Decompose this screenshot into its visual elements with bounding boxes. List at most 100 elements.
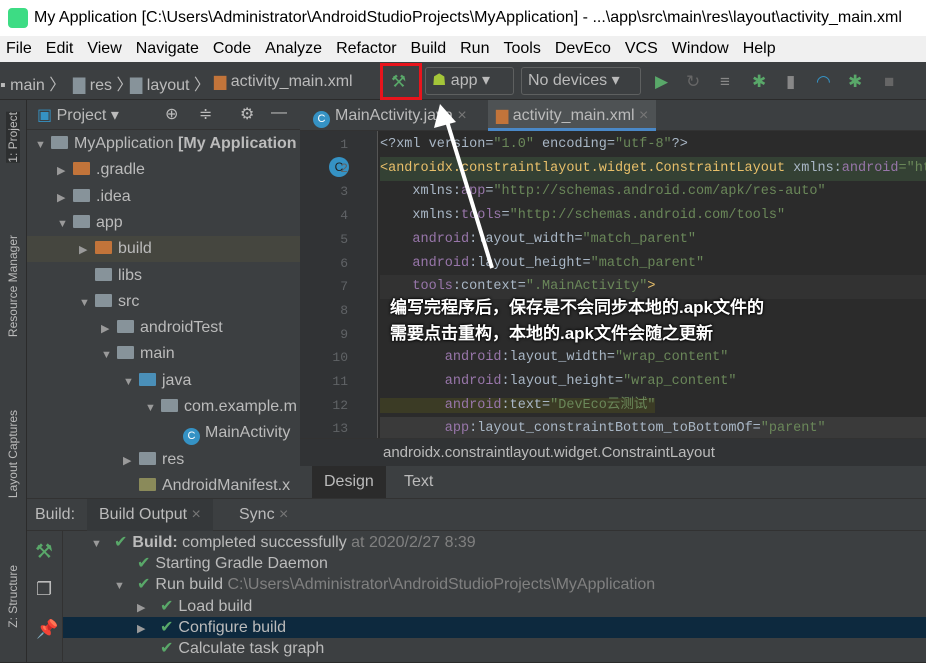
close-icon[interactable]: × — [279, 506, 288, 523]
resource-manager-tab[interactable]: Resource Manager — [6, 235, 20, 337]
structure-tab[interactable]: Z: Structure — [6, 565, 20, 628]
locate-icon[interactable]: ⊕ — [165, 104, 178, 124]
menu-vcs[interactable]: VCS — [619, 40, 666, 58]
tree-item[interactable]: ▶ .idea — [27, 184, 300, 210]
code-line[interactable]: <androidx.constraintlayout.widget.Constr… — [380, 156, 926, 181]
tree-item[interactable]: AndroidManifest.x — [27, 473, 300, 498]
tree-item[interactable]: ▶ build — [27, 236, 300, 263]
run-icon[interactable]: ▶ — [655, 72, 668, 92]
expanded-arrow-icon[interactable]: ▼ — [145, 395, 161, 421]
tree-item[interactable]: ▼ app — [27, 210, 300, 236]
expanded-arrow-icon[interactable]: ▼ — [35, 132, 51, 158]
tree-item[interactable]: libs — [27, 263, 300, 289]
module-icon — [73, 214, 90, 228]
collapsed-arrow-icon[interactable]: ▶ — [57, 185, 73, 211]
tab-activity-main[interactable]: ▆ activity_main.xml × — [488, 100, 657, 131]
close-icon[interactable]: × — [192, 506, 201, 523]
breadcrumb-main[interactable]: ▪ main 〉 — [0, 71, 65, 95]
xml-breadcrumb[interactable]: androidx.constraintlayout.widget.Constra… — [300, 438, 926, 466]
collapsed-arrow-icon[interactable]: ▶ — [79, 237, 95, 263]
breadcrumb-file[interactable]: ▆ activity_main.xml — [214, 71, 353, 91]
collapsed-arrow-icon[interactable]: ▶ — [137, 598, 160, 619]
menu-build[interactable]: Build — [405, 40, 455, 58]
tree-item[interactable]: ▼ java — [27, 368, 300, 394]
tree-item[interactable]: C MainActivity — [27, 420, 300, 446]
toggle-view-icon[interactable]: ❐ — [36, 579, 52, 600]
device-select[interactable]: No devices ▾ — [521, 67, 641, 95]
menu-run[interactable]: Run — [454, 40, 497, 58]
build-tree-item[interactable]: ▼ ✔ Run build C:\Users\Administrator\Andro… — [63, 574, 926, 595]
build-tree-item[interactable]: ▶ ✔ Load build — [63, 596, 926, 617]
apply-changes-icon[interactable]: ↻ — [686, 72, 700, 92]
code-line[interactable]: android:layout_width="wrap_content" — [380, 346, 729, 370]
attach-debugger-icon[interactable]: ▮ — [786, 72, 795, 92]
code-token: "wrap_content" — [623, 374, 737, 389]
project-tool-tab[interactable]: 1: Project — [6, 112, 20, 163]
tab-design[interactable]: Design — [312, 466, 386, 498]
collapsed-arrow-icon[interactable]: ▶ — [137, 619, 160, 640]
breadcrumb-layout[interactable]: ▇ layout 〉 — [130, 71, 210, 95]
breadcrumb-res[interactable]: ▇ res 〉 — [73, 71, 132, 95]
tab-main-activity[interactable]: C MainActivity.java × — [305, 100, 475, 131]
menu-deveco[interactable]: DevEco — [549, 40, 619, 58]
expanded-arrow-icon[interactable]: ▼ — [91, 534, 114, 555]
editor-tabs: C MainActivity.java × ▆ activity_main.xml… — [300, 100, 926, 131]
code-line[interactable]: android:layout_height="wrap_content" — [380, 370, 737, 394]
gear-icon[interactable]: ⚙ — [240, 104, 254, 124]
expanded-arrow-icon[interactable]: ▼ — [123, 369, 139, 395]
debug-attach-icon[interactable]: ✱ — [848, 72, 862, 92]
apply-code-changes-icon[interactable]: ≡ — [720, 72, 730, 92]
tree-item[interactable]: ▶ androidTest — [27, 315, 300, 341]
menu-help[interactable]: Help — [737, 40, 784, 58]
menu-view[interactable]: View — [81, 40, 129, 58]
hide-icon[interactable]: — — [271, 104, 287, 122]
pin-icon[interactable]: 📌 — [36, 619, 58, 640]
expanded-arrow-icon[interactable]: ▼ — [114, 576, 137, 597]
code-line[interactable]: <?xml version="1.0" encoding="utf-8"?> — [380, 133, 688, 157]
run-config-select[interactable]: ☗ app ▾ — [425, 67, 514, 95]
code-line[interactable]: android:layout_width="match_parent" — [380, 228, 696, 252]
build-tree-item[interactable]: ▼ ✔ Build: completed successfully at 2020/… — [63, 532, 926, 553]
menu-edit[interactable]: Edit — [40, 40, 82, 58]
layout-captures-tab[interactable]: Layout Captures — [6, 410, 20, 498]
stop-icon[interactable]: ■ — [884, 72, 894, 92]
code-line[interactable]: android:text="DevEco云测试" — [380, 394, 656, 418]
menu-tools[interactable]: Tools — [497, 40, 548, 58]
build-tree-item[interactable]: ✔ Calculate task graph — [63, 638, 926, 659]
menu-window[interactable]: Window — [666, 40, 737, 58]
tree-item[interactable]: ▼ main — [27, 341, 300, 367]
code-line[interactable]: android:layout_height="match_parent" — [380, 252, 704, 276]
expanded-arrow-icon[interactable]: ▼ — [79, 290, 95, 316]
collapsed-arrow-icon[interactable]: ▶ — [123, 448, 139, 474]
tree-item[interactable]: ▼ com.example.m — [27, 394, 300, 420]
expanded-arrow-icon[interactable]: ▼ — [57, 211, 73, 237]
success-check-icon: ✔ — [160, 618, 174, 636]
menu-analyze[interactable]: Analyze — [259, 40, 330, 58]
code-token: "http://schemas.android.com/apk/res-auto… — [493, 184, 826, 200]
expanded-arrow-icon[interactable]: ▼ — [101, 342, 117, 368]
close-icon[interactable]: × — [457, 107, 466, 124]
build-tree-item[interactable]: ▶ ✔ Configure build — [63, 616, 926, 640]
menu-navigate[interactable]: Navigate — [130, 40, 207, 58]
collapsed-arrow-icon[interactable]: ▶ — [101, 316, 117, 342]
close-icon[interactable]: × — [639, 107, 648, 124]
code-line[interactable]: xmlns:app="http://schemas.android.com/ap… — [380, 180, 826, 204]
tab-text[interactable]: Text — [392, 466, 445, 498]
collapse-all-icon[interactable]: ≑ — [199, 104, 212, 124]
tree-item[interactable]: ▼ src — [27, 289, 300, 315]
menu-file[interactable]: File — [0, 40, 40, 58]
profile-icon[interactable]: ◠ — [816, 72, 831, 92]
menu-code[interactable]: Code — [207, 40, 259, 58]
debug-icon[interactable]: ✱ — [752, 72, 766, 92]
project-view-select[interactable]: ▣ Project ▾ — [37, 105, 119, 125]
menu-refactor[interactable]: Refactor — [330, 40, 404, 58]
tree-item[interactable]: ▼ MyApplication [My Application — [27, 131, 300, 157]
collapsed-arrow-icon[interactable]: ▶ — [57, 158, 73, 184]
tab-build-output[interactable]: Build Output × — [87, 499, 213, 531]
tree-item[interactable]: ▶ res — [27, 447, 300, 473]
tab-sync[interactable]: Sync × — [227, 499, 300, 531]
tree-item[interactable]: ▶ .gradle — [27, 157, 300, 183]
code-line[interactable]: xmlns:tools="http://schemas.android.com/… — [380, 204, 785, 228]
build-tree-item[interactable]: ✔ Starting Gradle Daemon — [63, 553, 926, 574]
hammer-icon[interactable]: ⚒ — [35, 539, 53, 564]
